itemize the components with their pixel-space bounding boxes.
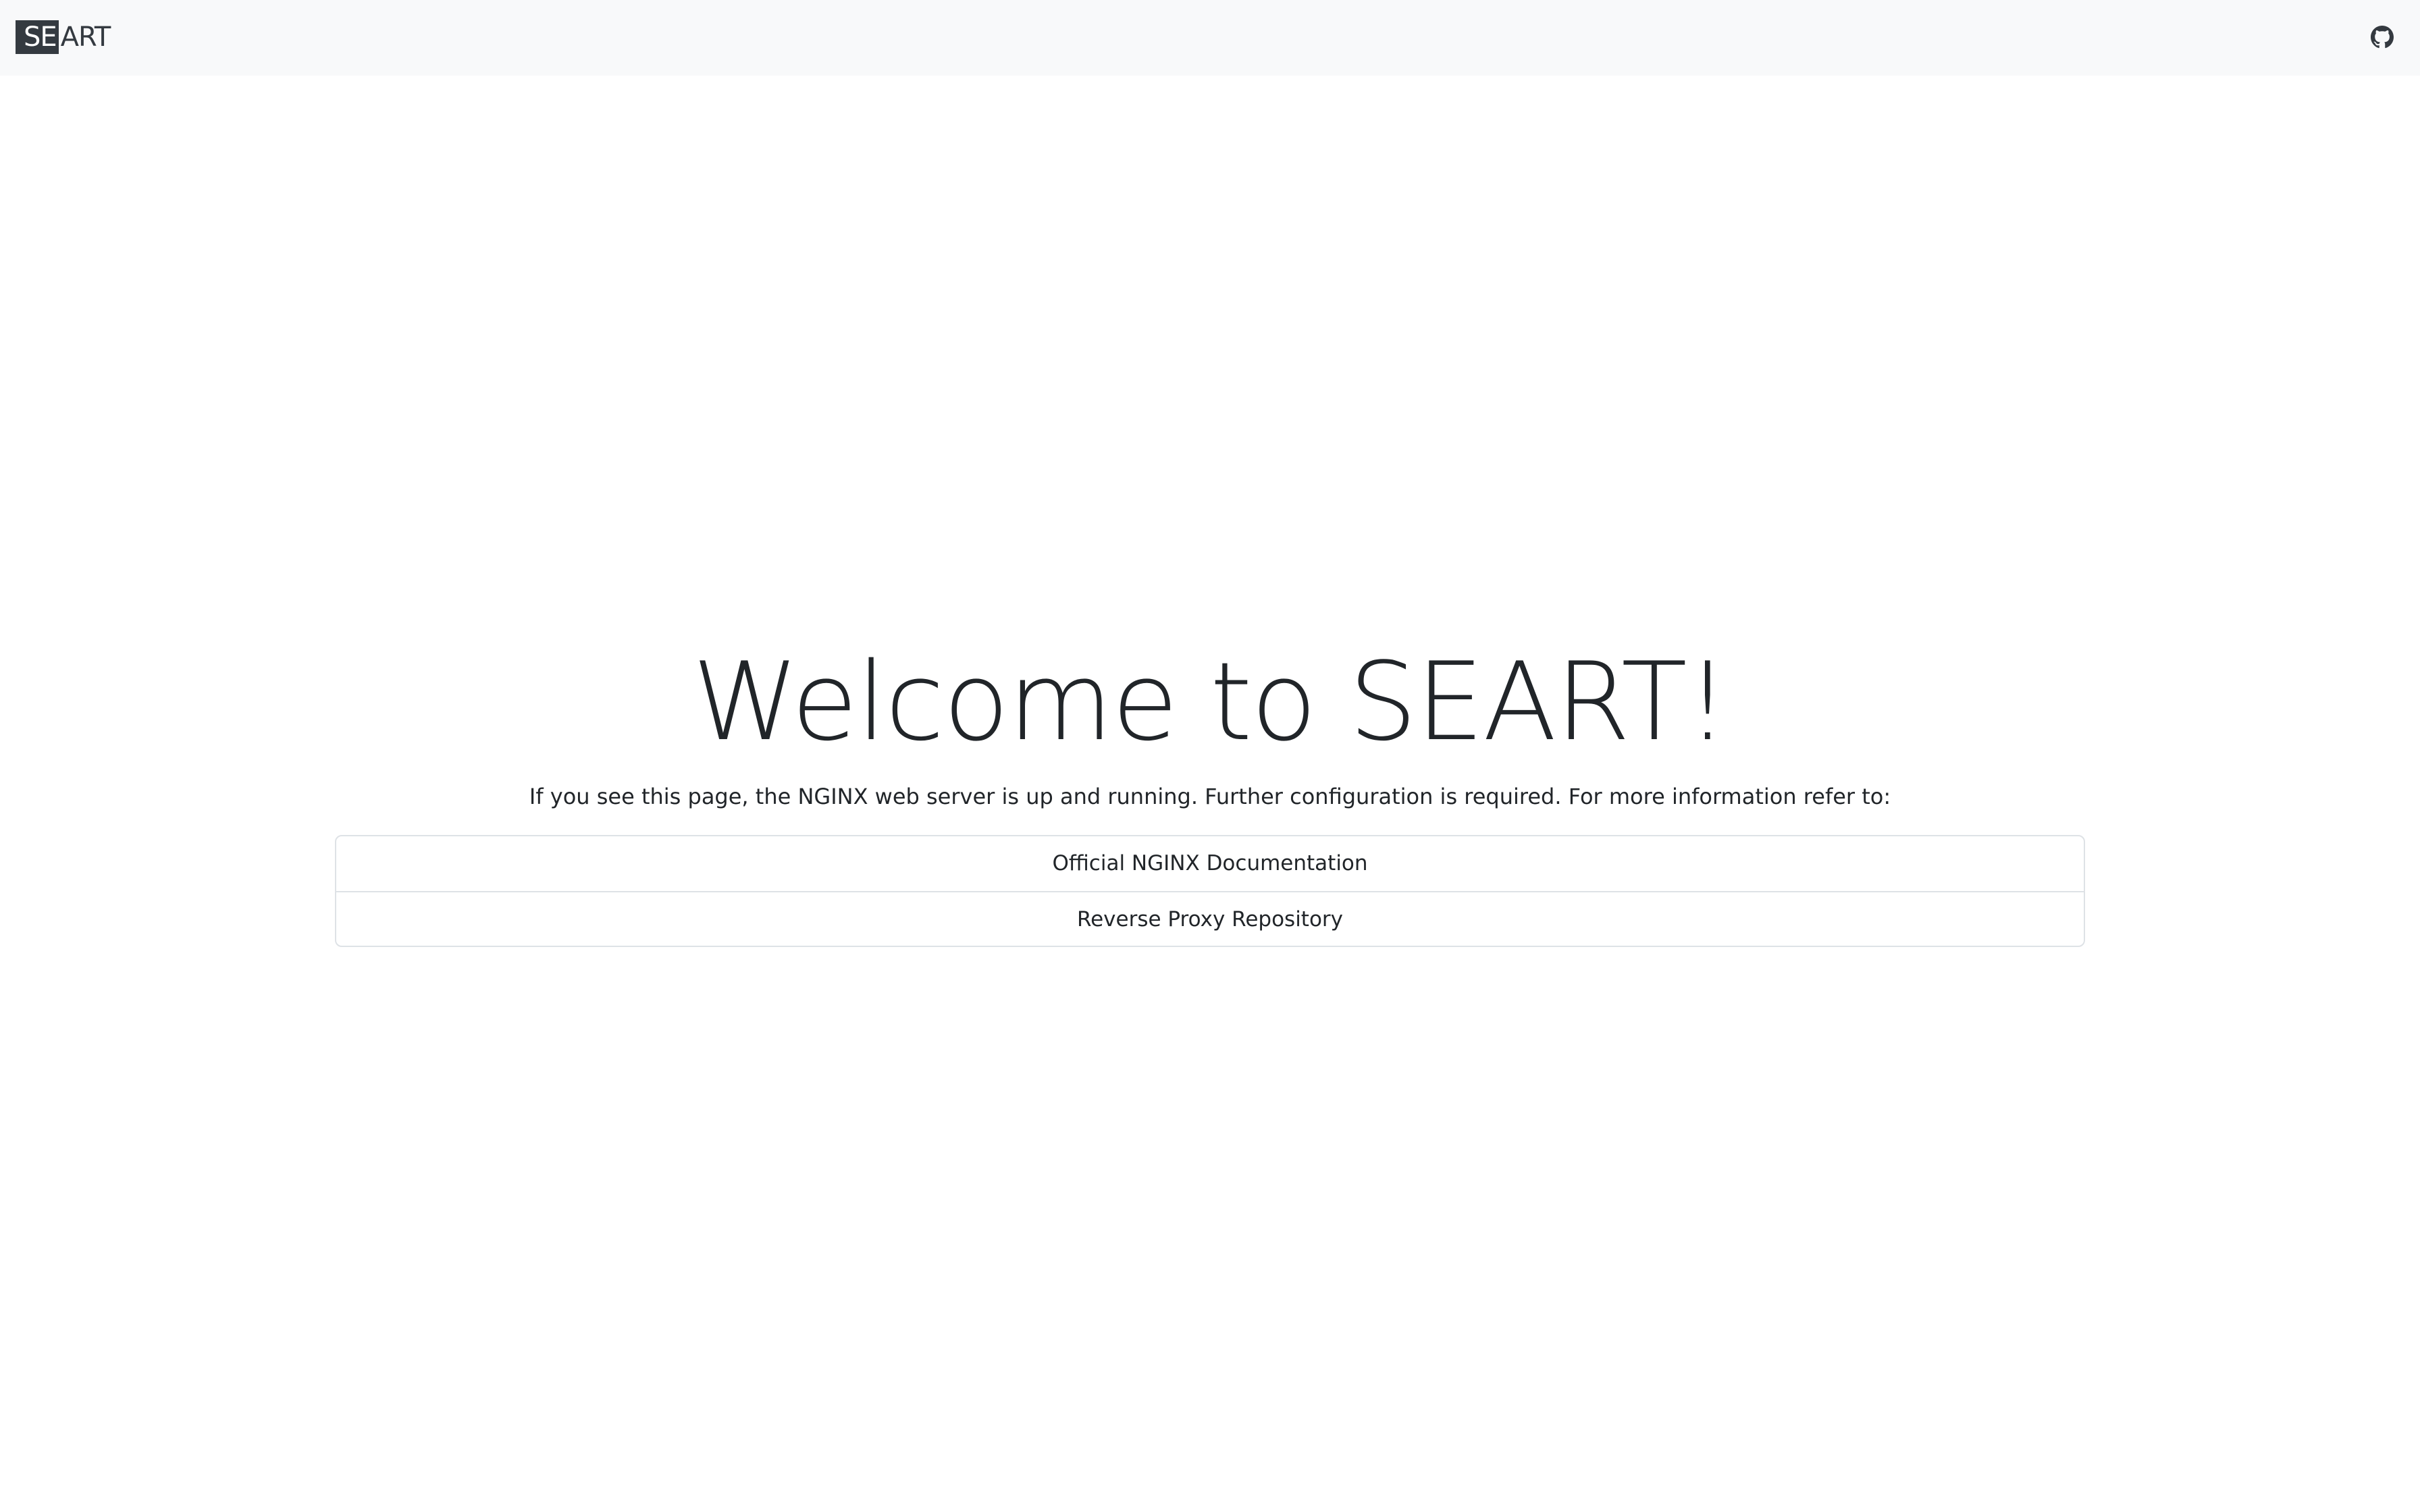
brand-highlight: SE <box>16 20 59 54</box>
link-list: Official NGINX Documentation Reverse Pro… <box>335 835 2085 947</box>
navbar: SE ART <box>0 0 2420 76</box>
github-icon <box>2371 26 2394 49</box>
brand-logo[interactable]: SE ART <box>16 20 111 54</box>
lead-text: If you see this page, the NGINX web serv… <box>529 784 1891 809</box>
github-link[interactable] <box>2371 26 2394 49</box>
nginx-docs-link[interactable]: Official NGINX Documentation <box>336 836 2084 891</box>
page-title: Welcome to SEART! <box>692 639 1729 765</box>
brand-text: ART <box>60 22 111 53</box>
reverse-proxy-repo-link[interactable]: Reverse Proxy Repository <box>336 891 2084 946</box>
